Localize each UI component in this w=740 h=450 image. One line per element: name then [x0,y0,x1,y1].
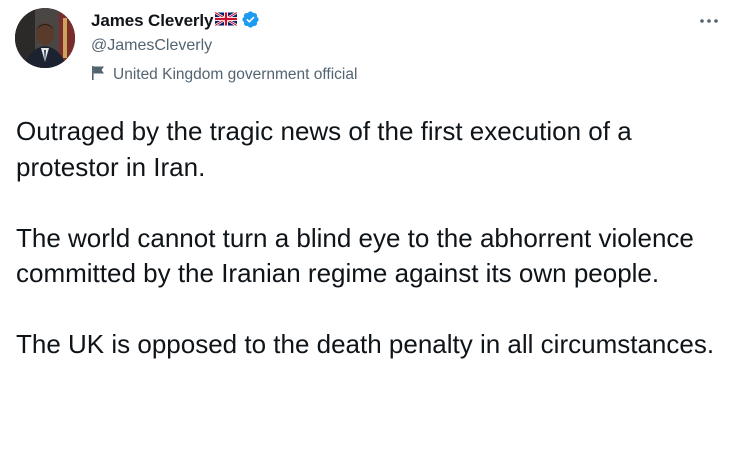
avatar[interactable] [15,8,75,68]
tweet: James Cleverly @JamesCleverly United Kin… [0,0,740,450]
affiliation-label: United Kingdom government official [91,65,357,85]
display-name[interactable]: James Cleverly [91,11,214,31]
more-icon[interactable] [698,10,720,32]
government-flag-icon [91,65,106,86]
uk-flag-icon [215,12,238,31]
tweet-paragraph: Outraged by the tragic news of the first… [16,116,632,182]
user-handle[interactable]: @JamesCleverly [91,36,357,56]
name-row: James Cleverly [91,10,357,32]
tweet-paragraph: The UK is opposed to the death penalty i… [16,329,715,359]
verified-badge-icon [241,10,260,34]
affiliation-label-text: United Kingdom government official [113,66,358,83]
tweet-text: Outraged by the tragic news of the first… [16,114,726,363]
tweet-header: James Cleverly @JamesCleverly United Kin… [91,10,357,85]
tweet-paragraph: The world cannot turn a blind eye to the… [16,222,694,289]
